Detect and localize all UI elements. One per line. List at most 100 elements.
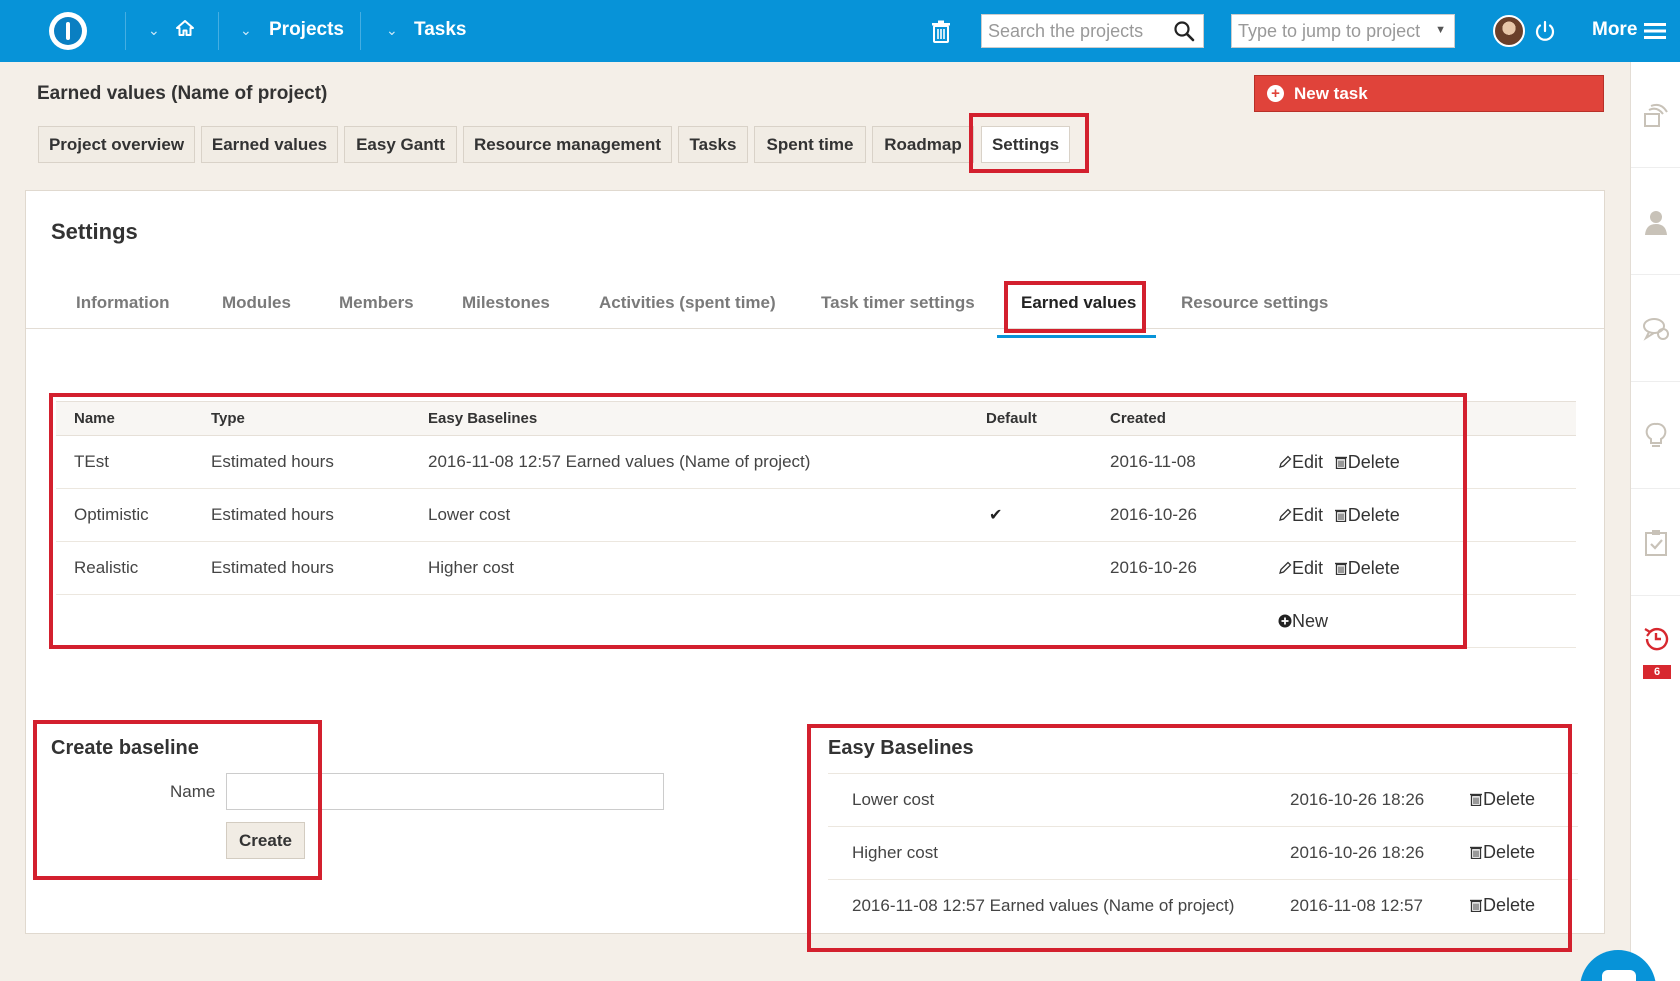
tab-earned-values-settings[interactable]: Earned values <box>1021 291 1136 329</box>
tab-resource-management[interactable]: Resource management <box>463 126 672 163</box>
chevron-down-icon[interactable]: ⌄ <box>386 22 398 39</box>
chat-icon <box>1643 317 1669 341</box>
active-tab-indicator <box>997 335 1156 338</box>
table-row: Realistic Estimated hours Higher cost 20… <box>56 541 1576 595</box>
delete-button[interactable]: Delete <box>1334 558 1400 578</box>
delete-button[interactable]: Delete <box>1469 842 1535 863</box>
tab-information[interactable]: Information <box>76 291 170 329</box>
baseline-name: 2016-11-08 12:57 Earned values (Name of … <box>852 896 1235 915</box>
edit-label: Edit <box>1292 451 1324 472</box>
pencil-icon <box>1279 508 1292 521</box>
tab-earned-values[interactable]: Earned values <box>201 126 338 163</box>
jump-to-project-select[interactable]: ▼ <box>1231 14 1455 48</box>
trash-icon <box>1470 899 1482 913</box>
cell-baseline: Higher cost <box>428 541 986 595</box>
checkmark-icon: ✔ <box>989 507 1003 524</box>
chat-button[interactable] <box>1631 276 1680 382</box>
trash-icon[interactable] <box>930 20 952 44</box>
delete-button[interactable]: Delete <box>1334 505 1400 525</box>
activity-feed-button[interactable] <box>1631 62 1680 168</box>
caret-down-icon[interactable]: ▼ <box>1435 24 1446 36</box>
topbar-divider <box>218 12 219 50</box>
cell-created: 2016-10-26 <box>1110 541 1278 595</box>
list-item: 2016-11-08 12:57 Earned values (Name of … <box>828 879 1578 932</box>
cell-baseline: Lower cost <box>428 488 986 542</box>
more-menu-link[interactable]: More <box>1592 19 1637 41</box>
tab-easy-gantt[interactable]: Easy Gantt <box>344 126 457 163</box>
tab-members[interactable]: Members <box>339 291 414 329</box>
tasks-menu-link[interactable]: Tasks <box>414 19 466 41</box>
ideas-button[interactable] <box>1631 383 1680 489</box>
jump-input[interactable] <box>1232 15 1432 47</box>
tab-roadmap[interactable]: Roadmap <box>872 126 974 163</box>
tab-tasks[interactable]: Tasks <box>678 126 748 163</box>
plus-circle-icon <box>1278 614 1292 627</box>
new-button[interactable]: New <box>1278 611 1328 631</box>
tab-milestones[interactable]: Milestones <box>462 291 550 329</box>
tab-settings[interactable]: Settings <box>981 126 1070 163</box>
search-input[interactable] <box>982 15 1162 47</box>
settings-title: Settings <box>51 219 138 244</box>
activity-feed-icon <box>1644 103 1668 127</box>
search-icon[interactable] <box>1173 20 1195 42</box>
projects-menu-link[interactable]: Projects <box>269 19 344 41</box>
new-label: New <box>1292 610 1329 631</box>
delete-label: Delete <box>1347 451 1400 472</box>
plus-circle-icon: + <box>1267 85 1284 102</box>
column-header-created[interactable]: Created <box>1110 402 1278 436</box>
project-search[interactable] <box>981 14 1204 48</box>
baseline-name-field[interactable] <box>226 773 664 810</box>
trash-icon <box>1334 562 1347 575</box>
tab-project-overview[interactable]: Project overview <box>38 126 195 163</box>
create-baseline-title: Create baseline <box>51 737 199 759</box>
right-sidebar: 6 <box>1630 62 1680 981</box>
edit-label: Edit <box>1292 504 1324 525</box>
app-logo[interactable] <box>49 12 87 50</box>
top-bar: ⌄ ⌄ Projects ⌄ Tasks ▼ More <box>0 0 1680 62</box>
pencil-icon <box>1279 561 1292 574</box>
avatar[interactable] <box>1493 15 1525 47</box>
baseline-name: Lower cost <box>852 790 935 809</box>
delete-label: Delete <box>1347 504 1400 525</box>
edit-button[interactable]: Edit <box>1278 452 1323 472</box>
cell-type: Estimated hours <box>211 541 428 595</box>
baseline-name-label: Name <box>170 782 216 801</box>
home-icon[interactable] <box>176 20 194 36</box>
chevron-down-icon[interactable]: ⌄ <box>240 22 252 39</box>
settings-tabs: Information Modules Members Milestones A… <box>26 291 1604 329</box>
checklist-button[interactable] <box>1631 490 1680 596</box>
new-task-button[interactable]: + New task <box>1254 75 1604 112</box>
cell-default <box>986 541 1110 595</box>
cell-name: TEst <box>56 435 211 489</box>
delete-button[interactable]: Delete <box>1469 895 1535 916</box>
column-header-name[interactable]: Name <box>56 402 211 436</box>
user-button[interactable] <box>1631 169 1680 275</box>
logo-mark <box>54 17 82 45</box>
tab-activities[interactable]: Activities (spent time) <box>599 291 776 329</box>
lightbulb-icon <box>1645 422 1667 447</box>
tab-task-timer-settings[interactable]: Task timer settings <box>821 291 975 329</box>
power-icon[interactable] <box>1534 20 1556 42</box>
table-row-new: New <box>56 594 1576 648</box>
column-header-default[interactable]: Default <box>986 402 1110 436</box>
delete-button[interactable]: Delete <box>1334 452 1400 472</box>
new-task-label: New task <box>1294 83 1368 103</box>
timer-icon <box>1644 627 1669 651</box>
timer-button[interactable]: 6 <box>1631 597 1680 703</box>
tab-spent-time[interactable]: Spent time <box>754 126 866 163</box>
create-button[interactable]: Create <box>226 822 305 859</box>
edit-button[interactable]: Edit <box>1278 558 1323 578</box>
table-row: TEst Estimated hours 2016-11-08 12:57 Ea… <box>56 435 1576 489</box>
column-header-type[interactable]: Type <box>211 402 428 436</box>
tab-modules[interactable]: Modules <box>222 291 291 329</box>
checklist-icon <box>1645 529 1667 556</box>
chevron-down-icon[interactable]: ⌄ <box>148 22 160 39</box>
edit-button[interactable]: Edit <box>1278 505 1323 525</box>
column-header-easy-baselines[interactable]: Easy Baselines <box>428 402 986 436</box>
edit-label: Edit <box>1292 557 1324 578</box>
topbar-divider <box>125 12 126 50</box>
easy-baselines-list: Lower cost 2016-10-26 18:26 Delete Highe… <box>828 773 1578 932</box>
hamburger-menu-icon[interactable] <box>1644 22 1666 40</box>
delete-button[interactable]: Delete <box>1469 789 1535 810</box>
tab-resource-settings[interactable]: Resource settings <box>1181 291 1328 329</box>
